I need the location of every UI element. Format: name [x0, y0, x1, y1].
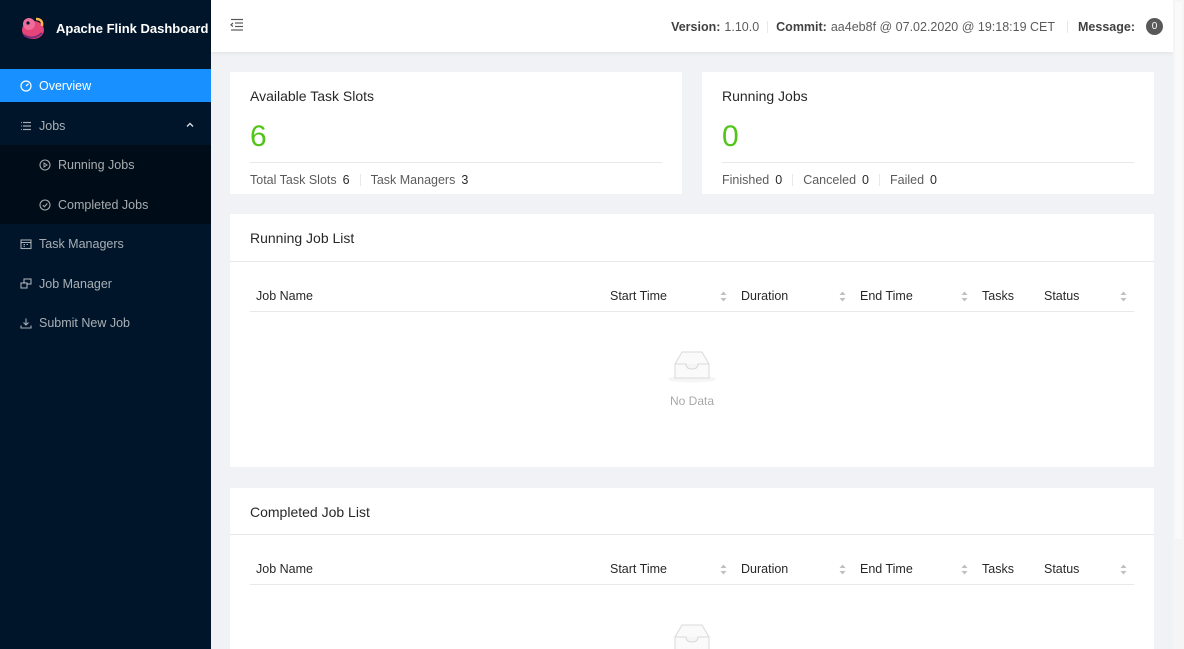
sort-icon[interactable] — [961, 564, 968, 575]
canceled-label: Canceled — [803, 173, 857, 187]
divider — [250, 311, 1134, 312]
column-header-status[interactable]: Status — [1044, 289, 1079, 303]
dashboard-icon — [20, 79, 32, 92]
sort-icon[interactable] — [839, 291, 846, 302]
sidebar-item-label: Completed Jobs — [58, 197, 149, 212]
header: Version: 1.10.0 Commit: aa4eb8f @ 07.02.… — [211, 0, 1173, 52]
sort-icon[interactable] — [720, 291, 727, 302]
running-job-list-card: Running Job List Job Name Start Time Dur… — [230, 214, 1154, 467]
column-header-duration[interactable]: Duration — [741, 562, 788, 576]
app-title: Apache Flink Dashboard — [56, 20, 209, 36]
column-header-job-name[interactable]: Job Name — [256, 562, 313, 576]
column-header-end-time[interactable]: End Time — [860, 562, 913, 576]
failed-value: 0 — [930, 173, 937, 187]
column-header-job-name[interactable]: Job Name — [256, 289, 313, 303]
sidebar-item-label: Running Jobs — [58, 157, 135, 172]
available-task-slots-card: Available Task Slots 6 Total Task Slots … — [230, 72, 682, 194]
completed-job-list-card: Completed Job List Job Name Start Time D… — [230, 488, 1154, 649]
running-jobs-value: 0 — [722, 120, 739, 153]
column-header-tasks[interactable]: Tasks — [982, 562, 1014, 576]
sort-icon[interactable] — [1120, 564, 1127, 575]
slots-stats: Total Task Slots 6 Task Managers 3 — [250, 173, 468, 187]
sort-icon[interactable] — [961, 291, 968, 302]
menu-fold-icon[interactable] — [230, 18, 244, 32]
upload-icon — [20, 317, 32, 329]
divider — [792, 174, 794, 186]
header-info: Version: 1.10.0 Commit: aa4eb8f @ 07.02.… — [671, 18, 1163, 35]
bars-icon — [20, 120, 32, 132]
column-header-status[interactable]: Status — [1044, 562, 1079, 576]
divider — [722, 162, 1134, 163]
message-count-badge[interactable]: 0 — [1146, 18, 1163, 35]
sidebar-item-label: Job Manager — [39, 276, 112, 291]
commit-label: Commit: — [776, 19, 827, 34]
task-managers-label: Task Managers — [370, 173, 456, 187]
sidebar-item-label: Task Managers — [39, 236, 124, 251]
divider — [230, 534, 1154, 535]
cluster-icon — [20, 277, 32, 290]
canceled-value: 0 — [862, 173, 869, 187]
divider — [250, 584, 1134, 585]
commit-value: aa4eb8f @ 07.02.2020 @ 19:18:19 CET — [830, 19, 1056, 34]
sidebar-item-jobs[interactable]: Jobs — [0, 109, 211, 142]
divider — [767, 20, 769, 33]
jobs-stats: Finished 0 Canceled 0 Failed 0 — [722, 173, 937, 187]
empty-inbox-icon — [668, 351, 716, 383]
sort-icon[interactable] — [839, 564, 846, 575]
sidebar-item-submit-new-job[interactable]: Submit New Job — [0, 306, 211, 339]
logo[interactable]: Apache Flink Dashboard — [0, 0, 211, 56]
divider — [230, 261, 1154, 262]
divider — [878, 174, 880, 186]
message-label: Message: — [1078, 19, 1135, 34]
check-circle-icon — [39, 198, 51, 211]
chevron-up-icon — [186, 122, 194, 127]
scrollbar[interactable] — [1173, 0, 1184, 649]
sidebar-item-job-manager[interactable]: Job Manager — [0, 267, 211, 300]
finished-value: 0 — [775, 173, 783, 187]
card-title: Available Task Slots — [250, 88, 374, 104]
total-slots-value: 6 — [342, 173, 350, 187]
card-title: Running Jobs — [722, 88, 808, 104]
total-slots-label: Total Task Slots — [250, 173, 337, 187]
sort-icon[interactable] — [1120, 291, 1127, 302]
column-header-start-time[interactable]: Start Time — [610, 289, 667, 303]
sidebar: Apache Flink Dashboard Overview Jobs Run… — [0, 0, 211, 649]
column-header-start-time[interactable]: Start Time — [610, 562, 667, 576]
card-title: Running Job List — [250, 230, 355, 246]
sidebar-item-running-jobs[interactable]: Running Jobs — [0, 148, 211, 181]
sidebar-item-task-managers[interactable]: Task Managers — [0, 227, 211, 260]
sidebar-item-overview[interactable]: Overview — [0, 69, 211, 102]
card-title: Completed Job List — [250, 504, 370, 520]
column-header-end-time[interactable]: End Time — [860, 289, 913, 303]
failed-label: Failed — [889, 173, 925, 187]
task-managers-value: 3 — [461, 173, 469, 187]
sidebar-item-label: Jobs — [39, 118, 66, 133]
running-jobs-card: Running Jobs 0 Finished 0 Canceled 0 Fai… — [702, 72, 1154, 194]
finished-label: Finished — [722, 173, 770, 187]
divider — [359, 174, 361, 186]
column-header-duration[interactable]: Duration — [741, 289, 788, 303]
sidebar-item-label: Submit New Job — [39, 315, 131, 330]
available-slots-value: 6 — [250, 120, 267, 153]
sort-icon[interactable] — [720, 564, 727, 575]
divider — [1067, 20, 1069, 33]
version-label: Version: — [671, 19, 721, 34]
sidebar-item-completed-jobs[interactable]: Completed Jobs — [0, 188, 211, 221]
play-circle-icon — [39, 158, 51, 171]
flink-squirrel-icon — [22, 17, 44, 39]
schedule-icon — [20, 238, 32, 250]
column-header-tasks[interactable]: Tasks — [982, 289, 1014, 303]
version-value: 1.10.0 — [724, 19, 760, 34]
scrollbar-thumb[interactable] — [1175, 2, 1182, 539]
empty-text: No Data — [669, 394, 715, 408]
divider — [250, 162, 662, 163]
empty-inbox-icon — [674, 624, 710, 649]
sidebar-item-label: Overview — [39, 78, 92, 93]
